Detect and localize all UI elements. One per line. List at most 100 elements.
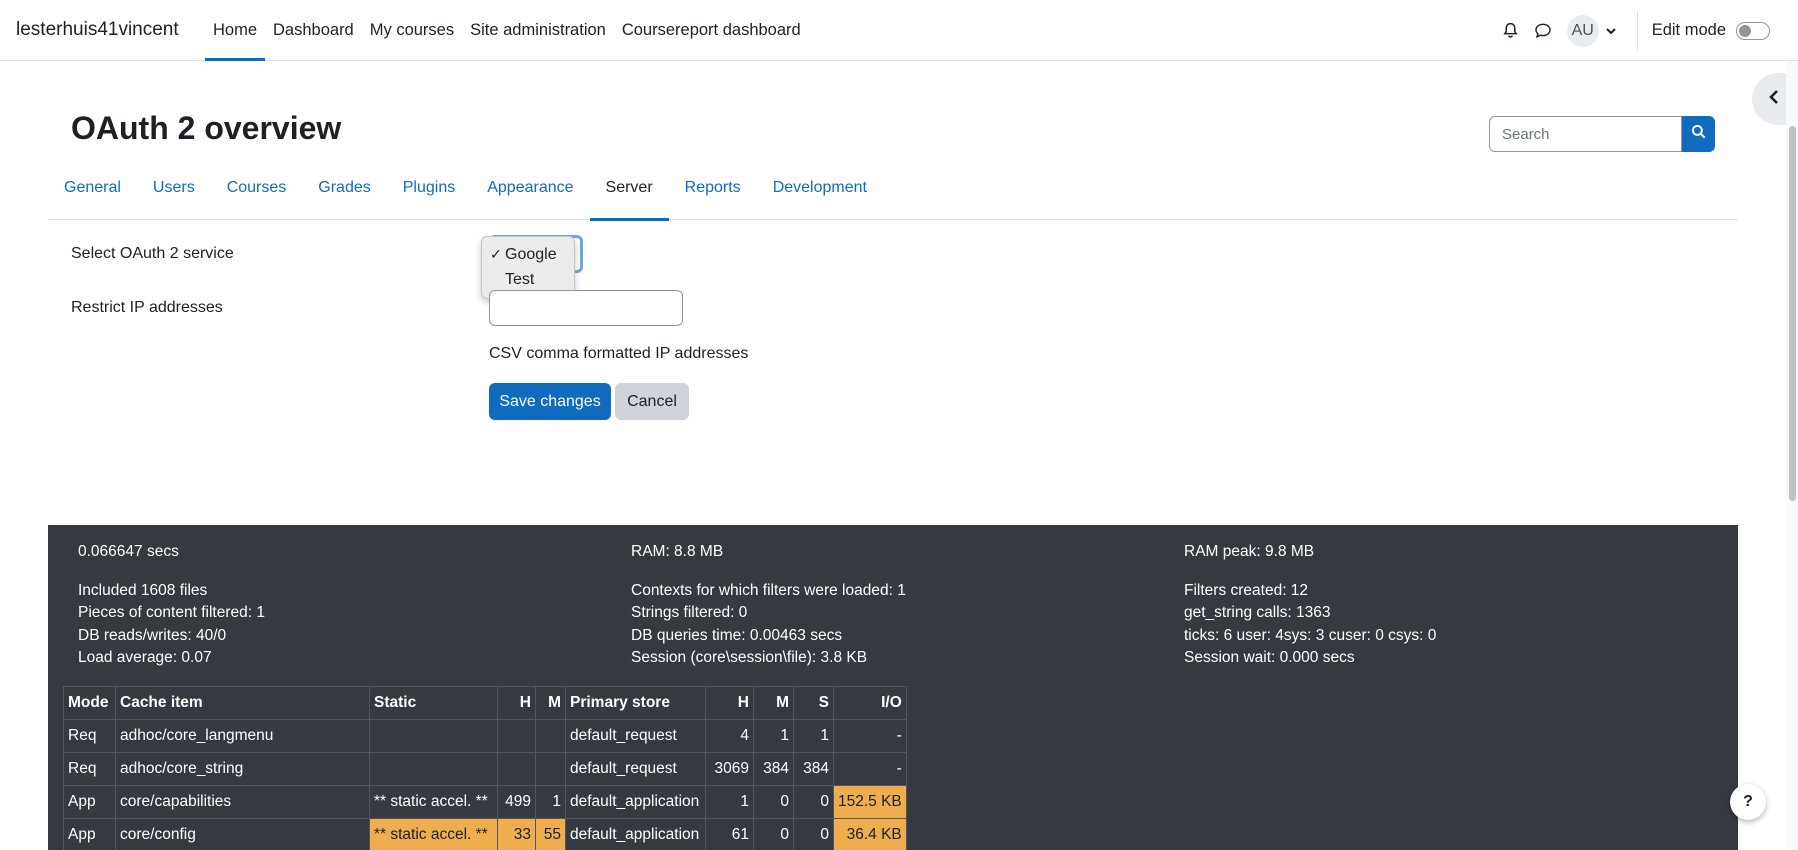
col-header-primary-store: Primary store [565, 686, 706, 720]
cell-io: 152.5 KB [833, 785, 907, 819]
chevron-down-icon[interactable] [1599, 15, 1623, 47]
chevron-left-icon [1767, 89, 1781, 110]
tab-users[interactable]: Users [137, 168, 211, 220]
cell-static-misses: 1 [535, 785, 566, 819]
scrollbar-thumb[interactable] [1789, 126, 1796, 501]
page-scrollbar[interactable] [1786, 61, 1798, 850]
perf-ram-peak: RAM peak: 9.8 MB [1184, 543, 1315, 560]
cell-hits: 3069 [705, 752, 754, 786]
cell-sets: 1 [793, 719, 834, 753]
cell-sets: 0 [793, 818, 834, 850]
admin-search [1489, 116, 1715, 152]
cell-static-hits: 33 [497, 818, 536, 850]
nav-coursereport-dashboard[interactable]: Coursereport dashboard [614, 0, 809, 61]
tab-server[interactable]: Server [589, 168, 669, 221]
cell-cache-item: core/config [115, 818, 370, 850]
cell-io: - [833, 719, 907, 753]
search-input[interactable] [1489, 116, 1682, 152]
cell-cache-item: adhoc/core_string [115, 752, 370, 786]
cancel-button[interactable]: Cancel [615, 383, 689, 420]
cell-misses: 384 [753, 752, 794, 786]
perf-db-queries-time: DB queries time: 0.00463 secs [631, 626, 843, 644]
col-header-sets: S [793, 686, 834, 720]
edit-mode-label: Edit mode [1651, 21, 1726, 39]
cell-static-hits: 499 [497, 785, 536, 819]
cell-primary-store: default_request [565, 719, 706, 753]
perf-column-3: RAM peak: 9.8 MB Filters created: 12 get… [1184, 541, 1436, 670]
cell-cache-item: adhoc/core_langmenu [115, 719, 370, 753]
perf-filter-contexts: Contexts for which filters were loaded: … [631, 581, 906, 599]
cell-misses: 0 [753, 818, 794, 850]
col-header-static-misses: M [535, 686, 566, 720]
col-header-mode: Mode [63, 686, 116, 720]
primary-navigation: Home Dashboard My courses Site administr… [205, 0, 809, 61]
cell-io: - [833, 752, 907, 786]
col-header-misses: M [753, 686, 794, 720]
cell-misses: 1 [753, 719, 794, 753]
cell-primary-store: default_application [565, 785, 706, 819]
perf-content-filtered: Pieces of content filtered: 1 [78, 604, 265, 621]
dropdown-option-test[interactable]: Test [482, 267, 574, 292]
page-title: OAuth 2 overview [71, 110, 342, 146]
perf-session-wait: Session wait: 0.000 secs [1184, 649, 1355, 666]
cell-static-misses: 55 [535, 818, 566, 850]
perf-load-average: Load average: 0.07 [78, 649, 212, 666]
cell-static-hits [497, 752, 536, 786]
perf-column-2: RAM: 8.8 MB Contexts for which filters w… [631, 541, 906, 670]
cell-static: ** static accel. ** [369, 785, 498, 819]
tab-general[interactable]: General [48, 168, 137, 220]
perf-time: 0.066647 secs [78, 543, 179, 560]
dropdown-option-label: Google [505, 246, 557, 263]
edit-mode-toggle[interactable] [1736, 21, 1770, 40]
search-icon [1691, 124, 1706, 144]
tab-development[interactable]: Development [757, 168, 883, 220]
cell-mode: Req [63, 752, 116, 786]
tab-grades[interactable]: Grades [302, 168, 386, 220]
tab-reports[interactable]: Reports [669, 168, 757, 220]
chat-icon[interactable] [1527, 15, 1559, 47]
tab-appearance[interactable]: Appearance [471, 168, 589, 220]
search-button[interactable] [1682, 116, 1715, 152]
cell-mode: App [63, 785, 116, 819]
col-header-cache-item: Cache item [115, 686, 370, 720]
navbar-right: AU Edit mode [1495, 0, 1798, 61]
perf-included-files: Included 1608 files [78, 581, 208, 599]
table-row: Req adhoc/core_langmenu default_request … [63, 719, 907, 753]
perf-session-size: Session (core\session\file): 3.8 KB [631, 649, 868, 666]
dropdown-option-google[interactable]: ✓ Google [482, 242, 574, 267]
bell-icon[interactable] [1495, 15, 1527, 47]
cell-mode: Req [63, 719, 116, 753]
perf-ticks: ticks: 6 user: 4sys: 3 cuser: 0 csys: 0 [1184, 626, 1437, 644]
perf-db-reads-writes: DB reads/writes: 40/0 [78, 626, 227, 644]
question-icon: ? [1743, 793, 1753, 810]
tab-plugins[interactable]: Plugins [387, 168, 471, 220]
cell-hits: 61 [705, 818, 754, 850]
perf-get-string-calls: get_string calls: 1363 [1184, 604, 1331, 621]
col-header-io: I/O [833, 686, 907, 720]
admin-tabs: General Users Courses Grades Plugins App… [48, 168, 1738, 221]
nav-site-administration[interactable]: Site administration [462, 0, 614, 61]
nav-home[interactable]: Home [205, 0, 266, 61]
ip-restrict-label: Restrict IP addresses [71, 299, 223, 316]
perf-strings-filtered: Strings filtered: 0 [631, 604, 748, 621]
table-header-row: Mode Cache item Static H M Primary store… [63, 686, 907, 720]
cell-primary-store: default_application [565, 818, 706, 850]
tab-courses[interactable]: Courses [211, 168, 303, 220]
help-button[interactable]: ? [1730, 784, 1766, 820]
cell-static [369, 752, 498, 786]
site-name[interactable]: lesterhuis41vincent [16, 19, 179, 41]
top-navbar: lesterhuis41vincent Home Dashboard My co… [0, 0, 1798, 61]
nav-my-courses[interactable]: My courses [362, 0, 462, 61]
performance-footer: 0.066647 secs Included 1608 files Pieces… [48, 525, 1738, 850]
cell-static-hits [497, 719, 536, 753]
ip-restrict-input[interactable] [489, 290, 683, 326]
avatar[interactable]: AU [1566, 14, 1599, 47]
dropdown-option-label: Test [505, 271, 535, 288]
col-header-static: Static [369, 686, 498, 720]
save-button[interactable]: Save changes [489, 383, 611, 420]
cell-sets: 0 [793, 785, 834, 819]
perf-column-1: 0.066647 secs Included 1608 files Pieces… [78, 541, 265, 670]
cell-static: ** static accel. ** [369, 818, 498, 850]
nav-dashboard[interactable]: Dashboard [265, 0, 362, 61]
service-select-label: Select OAuth 2 service [71, 245, 234, 262]
